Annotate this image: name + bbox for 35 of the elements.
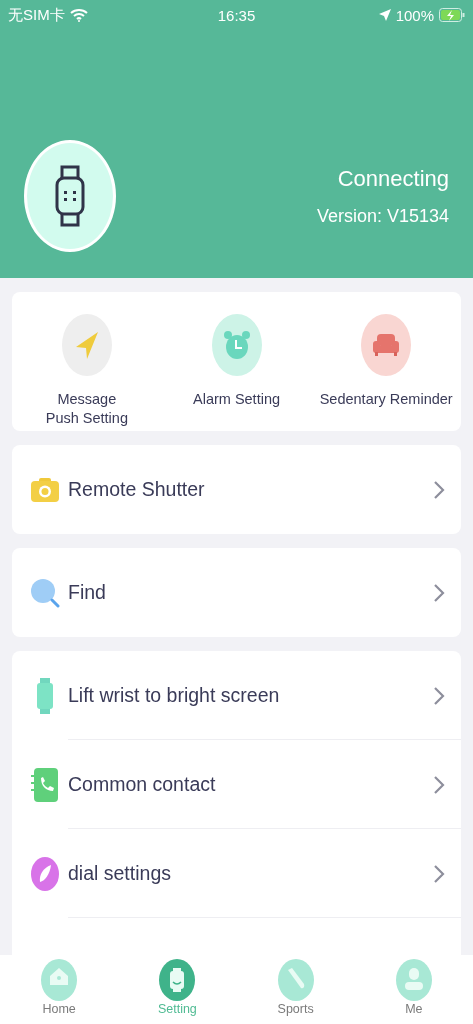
shortcut-label[interactable]: Sedentary Reminder [319,390,453,409]
tab-item[interactable]: Me [354,955,473,1024]
location-arrow-icon [378,9,391,21]
phone-book-icon [31,766,59,803]
chevron-icon [433,479,445,500]
armchair-icon [372,333,401,357]
settings-item[interactable]: Remote Shutter [68,478,425,501]
dial-icon [30,855,60,892]
shortcut-label[interactable]: Alarm Setting [193,390,281,409]
watch-icon [36,677,54,714]
chevron-icon [433,774,445,795]
firmware-version: Version: V15134 [316,205,449,227]
watch-icon [55,165,85,227]
tab-item[interactable]: Sports [236,955,355,1024]
alarm-clock-icon [222,330,251,360]
connection-status: Connecting [337,165,449,192]
sports-tab-icon [277,959,314,1001]
battery-percent: 100% [395,6,434,24]
settings-item[interactable]: Find [68,581,425,604]
clock-time: 16:35 [217,6,256,24]
camera-icon [30,476,60,503]
chevron-icon [433,863,445,884]
home-tab-icon [41,959,78,1001]
tab-item[interactable]: Home [0,955,119,1024]
chevron-icon [433,582,445,603]
settings-item[interactable]: Lift wrist to bright screen [68,684,425,707]
magnifier-icon [30,577,60,608]
wifi-icon [69,8,88,22]
shortcut-label[interactable]: Message Push Setting [45,390,128,428]
setting-tab-icon [159,959,196,1001]
settings-item[interactable]: dial settings [68,862,425,885]
chevron-icon [433,685,445,706]
carrier-label: 无SIM卡 [8,5,65,25]
settings-item[interactable]: Common contact [68,773,425,796]
me-tab-icon [395,959,432,1001]
